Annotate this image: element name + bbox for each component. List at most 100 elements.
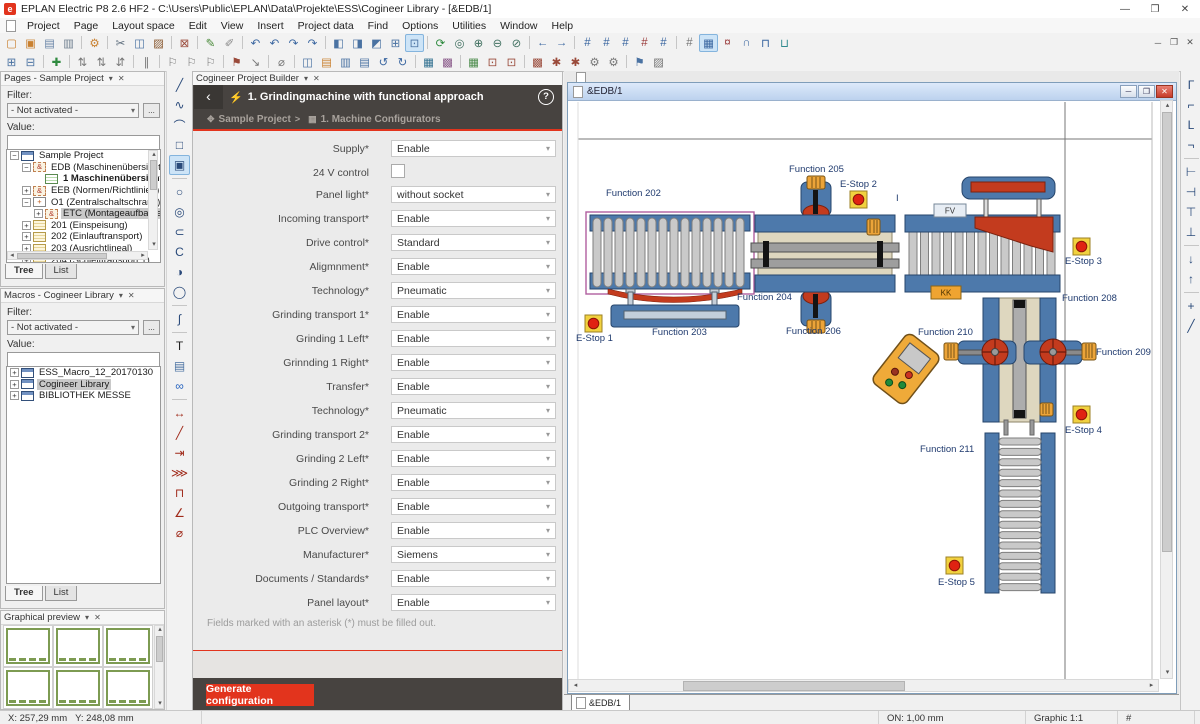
field-dropdown[interactable]: Enable▾ <box>391 570 556 587</box>
drawing-window-titlebar[interactable]: &EDB/1 ─ ❐ ✕ <box>568 83 1176 101</box>
snap-grid-d-icon[interactable]: # <box>635 34 654 52</box>
menu-options[interactable]: Options <box>395 20 445 32</box>
document-tab[interactable]: &EDB/1 <box>571 695 630 711</box>
snap-grid-b-icon[interactable]: # <box>597 34 616 52</box>
menu-find[interactable]: Find <box>361 20 395 32</box>
zoom-entire-icon[interactable]: ⊘ <box>507 34 526 52</box>
menu-utilities[interactable]: Utilities <box>445 20 493 32</box>
flag-set-icon[interactable]: ⚑ <box>227 53 246 71</box>
tree-item[interactable]: 1 Maschinenübersicht <box>7 173 160 185</box>
tab-tree[interactable]: Tree <box>5 264 43 279</box>
pages-tree[interactable]: −Sample Project−&EDB (Maschinenübersicht… <box>6 149 161 263</box>
tree-item-label[interactable]: ETC (Montageaufbauten) <box>61 208 161 219</box>
redo-list-icon[interactable]: ↷ <box>303 34 322 52</box>
grid-display-icon[interactable]: # <box>680 34 699 52</box>
tree-item-label[interactable]: 202 (Einlauftransport) <box>49 231 144 242</box>
expand-icon[interactable]: + <box>22 221 31 230</box>
corner-bottom-left-icon[interactable]: L <box>1181 115 1200 135</box>
tree-item[interactable]: +201 (Einspeisung) <box>7 220 160 232</box>
tree-item[interactable]: +BIBLIOTHEK MESSE <box>7 390 160 402</box>
workbook-view-icon[interactable]: ◧ <box>329 34 348 52</box>
field-dropdown[interactable]: Siemens▾ <box>391 546 556 563</box>
preview-vscrollbar[interactable]: ▴ ▾ <box>154 625 164 709</box>
tree-item[interactable]: +202 (Einlauftransport) <box>7 231 160 243</box>
pages-value-input[interactable] <box>7 135 160 150</box>
dim-baseline-icon[interactable]: ⊓ <box>169 483 190 503</box>
page-thumbnail[interactable] <box>3 667 53 709</box>
navigator-view-icon[interactable]: ◩ <box>367 34 386 52</box>
cable-navigator-icon[interactable]: ⊡ <box>483 53 502 71</box>
gear-b-icon[interactable]: ⚙ <box>604 53 623 71</box>
t-node-up-icon[interactable]: ⊤ <box>1181 202 1200 222</box>
plc-box-icon[interactable]: ▩ <box>528 53 547 71</box>
sort-custom-icon[interactable]: ⇵ <box>111 53 130 71</box>
tree-item[interactable]: +&ETC (Montageaufbauten) <box>7 208 160 220</box>
connection-point-icon[interactable]: + <box>1181 296 1200 316</box>
insert-hyperlink-icon[interactable]: ∞ <box>169 376 190 396</box>
breadcrumb-current[interactable]: 1. Machine Configurators <box>321 114 441 125</box>
expand-icon[interactable]: + <box>22 186 31 195</box>
child-restore-button[interactable]: ❐ <box>1138 85 1155 98</box>
field-dropdown[interactable]: Enable▾ <box>391 426 556 443</box>
mdi-minimize-button[interactable]: ─ <box>1150 34 1166 52</box>
snap-grid-c-icon[interactable]: # <box>616 34 635 52</box>
field-dropdown[interactable]: Enable▾ <box>391 378 556 395</box>
field-dropdown[interactable]: Enable▾ <box>391 522 556 539</box>
help-button[interactable]: ? <box>538 89 554 105</box>
delete-icon[interactable]: ⊠ <box>175 34 194 52</box>
generate-configuration-button[interactable]: Generate configuration <box>206 684 314 706</box>
menu-edit[interactable]: Edit <box>182 20 214 32</box>
pages-panel-titlebar[interactable]: Pages - Sample Project ▾ ✕ <box>1 72 164 86</box>
macros-panel-titlebar[interactable]: Macros - Cogineer Library ▾ ✕ <box>1 289 164 303</box>
draw-arc-icon[interactable]: ⌒ <box>169 115 190 135</box>
pointer-tool-icon[interactable]: ↘ <box>246 53 265 71</box>
preview-view-icon[interactable]: ◨ <box>348 34 367 52</box>
tree-item[interactable]: +&EEB (Normen/Richtlinien) <box>7 185 160 197</box>
tree-item-label[interactable]: 201 (Einspeisung) <box>49 220 130 231</box>
export-pages-icon[interactable]: ↻ <box>393 53 412 71</box>
window-macro-icon[interactable]: ▤ <box>355 53 374 71</box>
pages-panel-close-icon[interactable]: ✕ <box>118 74 125 84</box>
menu-window[interactable]: Window <box>493 20 544 32</box>
builder-panel-titlebar[interactable]: Cogineer Project Builder ▾ ✕ <box>193 72 562 86</box>
builder-panel-close-icon[interactable]: ✕ <box>313 74 320 84</box>
field-dropdown[interactable]: Enable▾ <box>391 140 556 157</box>
zoom-out-icon[interactable]: ⊖ <box>488 34 507 52</box>
macros-value-input[interactable] <box>7 352 160 367</box>
pages-filter-dropdown[interactable]: - Not activated -▾ <box>7 103 139 118</box>
expand-icon[interactable]: + <box>10 380 19 389</box>
plc-navigator-icon[interactable]: ▦ <box>464 53 483 71</box>
tree-item[interactable]: −Sample Project <box>7 150 160 162</box>
flag-white-b-icon[interactable]: ⚐ <box>182 53 201 71</box>
field-dropdown[interactable]: Enable▾ <box>391 210 556 227</box>
object-snap-icon[interactable]: ¤ <box>718 34 737 52</box>
tree-item-label[interactable]: BIBLIOTHEK MESSE <box>37 390 133 401</box>
draw-spline-icon[interactable]: ∫ <box>169 309 190 329</box>
print-icon[interactable]: ▥ <box>59 34 78 52</box>
macros-filter-more-button[interactable]: ... <box>143 320 160 335</box>
field-dropdown[interactable]: Enable▾ <box>391 306 556 323</box>
macros-filter-dropdown[interactable]: - Not activated -▾ <box>7 320 139 335</box>
tab-tree[interactable]: Tree <box>5 586 43 601</box>
corner-top-left-icon[interactable]: Γ <box>1181 75 1200 95</box>
draw-rounded-rect-icon[interactable]: ▣ <box>169 155 190 175</box>
field-dropdown[interactable]: Enable▾ <box>391 450 556 467</box>
collapse-icon[interactable]: − <box>22 198 31 207</box>
assign-format-icon[interactable]: ✐ <box>220 34 239 52</box>
tab-list[interactable]: List <box>45 264 78 279</box>
align-objects-icon[interactable]: ∥ <box>137 53 156 71</box>
pages-filter-more-button[interactable]: ... <box>143 103 160 118</box>
insert-macro-icon[interactable]: ✚ <box>47 53 66 71</box>
expand-icon[interactable]: + <box>22 232 31 241</box>
copy-icon[interactable]: ◫ <box>130 34 149 52</box>
canvas-hscrollbar[interactable]: ◂ ▸ <box>568 679 1159 692</box>
jump-symbol-icon[interactable]: ∩ <box>737 34 756 52</box>
collapse-icon[interactable]: − <box>10 151 19 160</box>
draw-circle-center-icon[interactable]: ◎ <box>169 202 190 222</box>
mdi-restore-button[interactable]: ❐ <box>1166 34 1182 52</box>
copy-page-icon[interactable]: ◫ <box>298 53 317 71</box>
draw-polyline-icon[interactable]: ∿ <box>169 95 190 115</box>
snap-grid-a-icon[interactable]: # <box>578 34 597 52</box>
insert-text-icon[interactable]: T <box>169 336 190 356</box>
child-close-button[interactable]: ✕ <box>1156 85 1173 98</box>
